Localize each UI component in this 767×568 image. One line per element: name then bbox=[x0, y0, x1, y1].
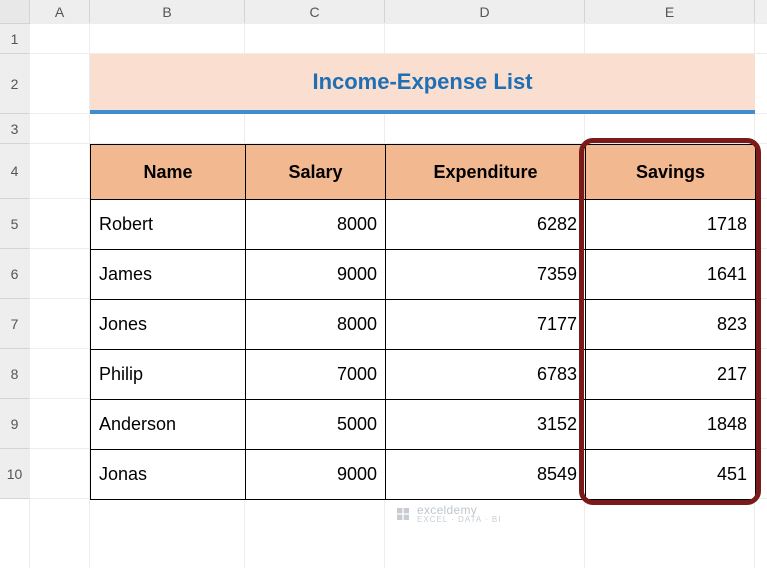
row-header-4[interactable]: 4 bbox=[0, 144, 29, 199]
cell-name[interactable]: James bbox=[91, 250, 246, 300]
column-header-savings[interactable]: Savings bbox=[586, 145, 756, 200]
data-table: NameSalaryExpenditureSavings Robert80006… bbox=[90, 144, 756, 500]
cell-expenditure[interactable]: 7359 bbox=[386, 250, 586, 300]
select-all-corner[interactable] bbox=[0, 0, 30, 23]
row-header-6[interactable]: 6 bbox=[0, 249, 29, 299]
table-row: Jonas90008549451 bbox=[91, 450, 756, 500]
table-row: Robert800062821718 bbox=[91, 200, 756, 250]
cell-name[interactable]: Philip bbox=[91, 350, 246, 400]
cell-salary[interactable]: 9000 bbox=[246, 450, 386, 500]
cell-salary[interactable]: 9000 bbox=[246, 250, 386, 300]
table-row: Jones80007177823 bbox=[91, 300, 756, 350]
column-header-salary[interactable]: Salary bbox=[246, 145, 386, 200]
watermark-sub: EXCEL · DATA · BI bbox=[417, 515, 501, 524]
cell-expenditure[interactable]: 6783 bbox=[386, 350, 586, 400]
column-header-A[interactable]: A bbox=[30, 0, 90, 23]
column-header-E[interactable]: E bbox=[585, 0, 755, 23]
cell-expenditure[interactable]: 8549 bbox=[386, 450, 586, 500]
column-header-D[interactable]: D bbox=[385, 0, 585, 23]
cell-expenditure[interactable]: 3152 bbox=[386, 400, 586, 450]
column-header-name[interactable]: Name bbox=[91, 145, 246, 200]
cell-savings[interactable]: 217 bbox=[586, 350, 756, 400]
row-header-2[interactable]: 2 bbox=[0, 54, 29, 114]
row-header-1[interactable]: 1 bbox=[0, 24, 29, 54]
cell-savings[interactable]: 1848 bbox=[586, 400, 756, 450]
cell-savings[interactable]: 1718 bbox=[586, 200, 756, 250]
watermark: exceldemy EXCEL · DATA · BI bbox=[395, 503, 501, 524]
sheet-body: Income-Expense List NameSalaryExpenditur… bbox=[30, 24, 767, 568]
cell-salary[interactable]: 8000 bbox=[246, 300, 386, 350]
cell-expenditure[interactable]: 6282 bbox=[386, 200, 586, 250]
cell-savings[interactable]: 451 bbox=[586, 450, 756, 500]
column-header-expenditure[interactable]: Expenditure bbox=[386, 145, 586, 200]
cell-name[interactable]: Robert bbox=[91, 200, 246, 250]
row-header-5[interactable]: 5 bbox=[0, 199, 29, 249]
column-header-B[interactable]: B bbox=[90, 0, 245, 23]
column-headers: ABCDE bbox=[0, 0, 767, 24]
column-header-C[interactable]: C bbox=[245, 0, 385, 23]
table-row: James900073591641 bbox=[91, 250, 756, 300]
row-header-9[interactable]: 9 bbox=[0, 399, 29, 449]
page-title: Income-Expense List bbox=[90, 54, 755, 114]
cell-expenditure[interactable]: 7177 bbox=[386, 300, 586, 350]
row-header-10[interactable]: 10 bbox=[0, 449, 29, 499]
cell-savings[interactable]: 1641 bbox=[586, 250, 756, 300]
table-body: Robert800062821718James900073591641Jones… bbox=[91, 200, 756, 500]
row-header-7[interactable]: 7 bbox=[0, 299, 29, 349]
watermark-icon bbox=[395, 506, 411, 522]
row-header-8[interactable]: 8 bbox=[0, 349, 29, 399]
page-title-text: Income-Expense List bbox=[312, 69, 532, 95]
cell-name[interactable]: Jones bbox=[91, 300, 246, 350]
table-row: Philip70006783217 bbox=[91, 350, 756, 400]
cell-salary[interactable]: 7000 bbox=[246, 350, 386, 400]
cell-salary[interactable]: 5000 bbox=[246, 400, 386, 450]
row-headers: 12345678910 bbox=[0, 24, 30, 499]
table-row: Anderson500031521848 bbox=[91, 400, 756, 450]
cell-name[interactable]: Anderson bbox=[91, 400, 246, 450]
cell-name[interactable]: Jonas bbox=[91, 450, 246, 500]
spreadsheet-shell: ABCDE 12345678910 Income-Expense List Na… bbox=[0, 0, 767, 568]
table-header-row: NameSalaryExpenditureSavings bbox=[91, 145, 756, 200]
row-header-3[interactable]: 3 bbox=[0, 114, 29, 144]
cell-savings[interactable]: 823 bbox=[586, 300, 756, 350]
cell-salary[interactable]: 8000 bbox=[246, 200, 386, 250]
